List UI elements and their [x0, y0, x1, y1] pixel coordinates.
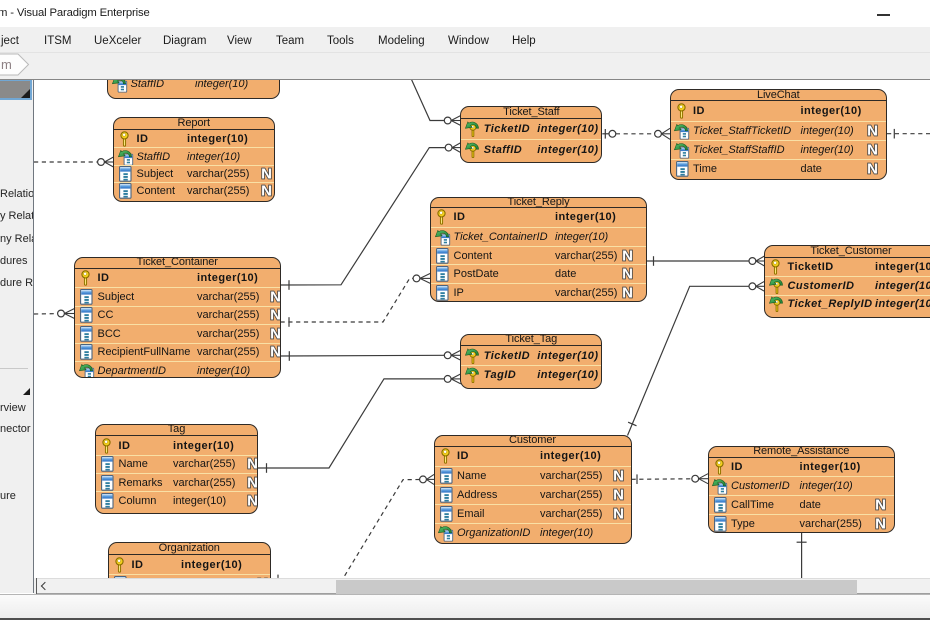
svg-text:N: N	[867, 123, 878, 138]
svg-text:N: N	[270, 289, 281, 304]
svg-text:N: N	[270, 308, 281, 323]
svg-text:N: N	[622, 267, 633, 282]
svg-text:N: N	[622, 248, 633, 263]
svg-text:N: N	[261, 184, 272, 199]
svg-text:N: N	[867, 162, 878, 177]
svg-text:N: N	[247, 493, 258, 508]
svg-text:N: N	[622, 286, 633, 301]
svg-text:N: N	[261, 166, 272, 181]
svg-text:N: N	[247, 457, 258, 472]
svg-text:N: N	[247, 475, 258, 490]
svg-text:N: N	[613, 468, 624, 483]
svg-text:N: N	[875, 498, 886, 513]
svg-text:N: N	[613, 488, 624, 503]
svg-text:N: N	[270, 326, 281, 341]
svg-text:N: N	[270, 345, 281, 360]
svg-text:N: N	[613, 507, 624, 522]
svg-text:N: N	[867, 143, 878, 158]
svg-text:N: N	[875, 516, 886, 531]
svg-text:m: m	[1, 57, 12, 72]
